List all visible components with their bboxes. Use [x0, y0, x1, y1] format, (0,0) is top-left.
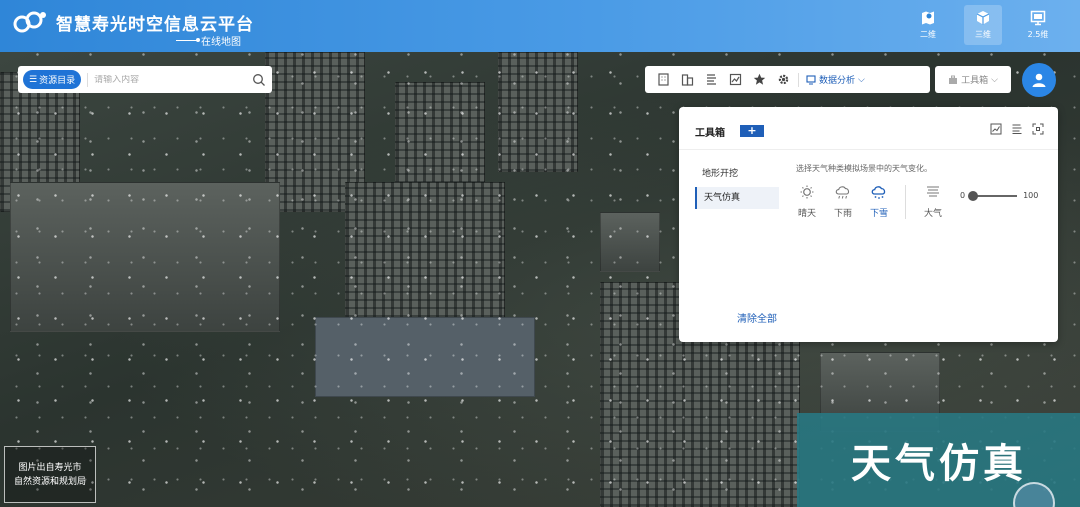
panel-title: 工具箱: [695, 128, 725, 139]
tool-weather-simulation[interactable]: 天气仿真: [695, 187, 779, 209]
logo-icon: [13, 11, 46, 33]
user-avatar-button[interactable]: [1022, 63, 1056, 97]
weather-snow-button[interactable]: 下雪: [867, 184, 891, 219]
clear-all-button[interactable]: 清除全部: [737, 310, 777, 325]
atmosphere-icon: [927, 186, 939, 197]
layers-list-icon: [706, 74, 716, 85]
intensity-slider[interactable]: 0 100: [960, 190, 1039, 201]
layers-list-icon[interactable]: [1011, 123, 1023, 135]
slider-track[interactable]: [968, 190, 1018, 201]
slider-min-label: 0: [960, 191, 966, 200]
add-tool-button[interactable]: +: [740, 125, 764, 137]
chart-icon[interactable]: [990, 123, 1002, 135]
app-header: 智慧寿光时空信息云平台 在线地图 二维 三维 2.5维: [0, 0, 1080, 52]
toolbar-divider: [798, 72, 799, 87]
settings-button[interactable]: [771, 66, 795, 93]
subtitle-line: [176, 38, 200, 42]
view-25d-label: 2.5维: [1027, 30, 1049, 39]
slider-max-label: 100: [1023, 191, 1039, 200]
building-button[interactable]: [651, 66, 675, 93]
slider-handle[interactable]: [968, 190, 979, 201]
gear-icon: [778, 74, 788, 85]
weather-divider: [905, 185, 906, 219]
tool-terrain-excavation[interactable]: 地形开挖: [695, 163, 779, 185]
toolbox-label: 工具箱: [961, 76, 989, 86]
subtitle-text: 在线地图: [201, 37, 241, 48]
data-analysis-dropdown[interactable]: 数据分析 ⌵: [802, 73, 869, 86]
view-25d-button[interactable]: 2.5维: [1019, 5, 1057, 45]
toolbox-dropdown[interactable]: 工具箱 ⌵: [935, 66, 1011, 93]
weather-description: 选择天气种类模拟场景中的天气变化。: [796, 164, 932, 173]
weather-sunny-label: 晴天: [797, 209, 816, 219]
data-analysis-label: 数据分析: [819, 76, 856, 86]
view-3d-label: 三维: [975, 30, 991, 39]
search-divider: [87, 72, 89, 87]
map-toolbar: 数据分析 ⌵: [645, 66, 930, 93]
rain-icon: [835, 186, 850, 199]
weather-snow-label: 下雪: [869, 209, 888, 219]
resource-catalog-label: 资源目录: [39, 76, 76, 86]
tool-list: 地形开挖 天气仿真: [695, 163, 779, 211]
toolbox-panel: 工具箱 + 地形开挖 天气仿真 选择天气种类模拟场景中的天气变化。 晴天 下雨 …: [679, 107, 1058, 342]
search-input[interactable]: [94, 74, 252, 85]
layers-list-button[interactable]: [699, 66, 723, 93]
app-title: 智慧寿光时空信息云平台: [56, 15, 254, 35]
chart-button[interactable]: [723, 66, 747, 93]
data-analysis-icon: [806, 74, 816, 84]
monitor-icon: [1030, 10, 1046, 26]
search-bar: ☰ 资源目录: [18, 66, 272, 93]
building-icon: [657, 73, 669, 86]
panel-header-actions: [990, 123, 1044, 135]
panel-header: 工具箱 +: [679, 107, 1058, 150]
chevron-down-icon: ⌵: [991, 74, 998, 85]
atmosphere-button[interactable]: 大气: [921, 184, 945, 219]
credit-line-1: 图片出自寿光市: [18, 462, 82, 473]
weather-sunny-button[interactable]: 晴天: [795, 184, 819, 219]
fullscreen-icon[interactable]: [1032, 123, 1044, 135]
star-icon: [753, 73, 765, 85]
toolbox-icon: [949, 75, 958, 84]
city-icon: [681, 74, 693, 86]
chart-icon: [729, 73, 741, 86]
credit-line-2: 自然资源和规划局: [13, 476, 86, 487]
image-credit: 图片出自寿光市 自然资源和规划局: [4, 446, 96, 503]
map-pin-icon: [922, 11, 934, 25]
city-button[interactable]: [675, 66, 699, 93]
cube-icon: [976, 11, 990, 25]
sun-icon: [800, 185, 814, 199]
app-subtitle: 在线地图: [176, 33, 241, 48]
snow-icon: [871, 186, 886, 199]
chevron-down-icon: ⌵: [858, 74, 865, 85]
resource-catalog-button[interactable]: ☰ 资源目录: [23, 70, 82, 89]
atmosphere-label: 大气: [923, 209, 942, 219]
favorite-button[interactable]: [747, 66, 771, 93]
weather-rain-button[interactable]: 下雨: [831, 184, 855, 219]
user-icon: [1032, 73, 1046, 87]
search-icon[interactable]: [252, 73, 266, 87]
list-icon: ☰: [29, 74, 38, 85]
view-2d-button[interactable]: 二维: [909, 5, 947, 45]
view-3d-button[interactable]: 三维: [964, 5, 1002, 45]
weather-rain-label: 下雨: [833, 209, 852, 219]
view-2d-label: 二维: [920, 30, 936, 39]
